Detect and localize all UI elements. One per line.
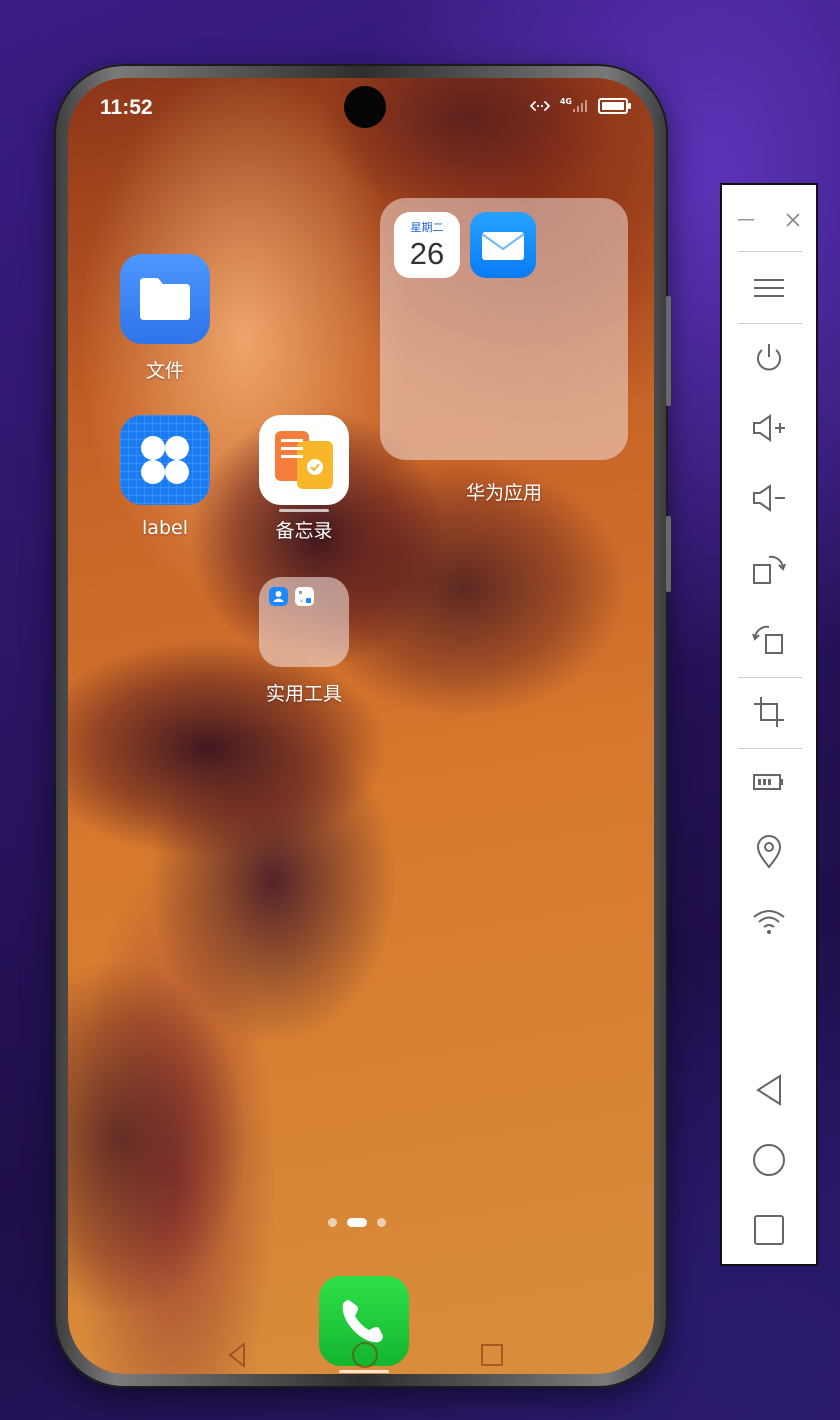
menu-button[interactable] <box>722 263 816 313</box>
divider <box>738 677 802 678</box>
back-button[interactable] <box>722 1065 816 1115</box>
phone-screen: 11:52 4G 文件 label 备忘录 × 实用工具 星期二 26 华为应用 <box>68 78 654 1374</box>
recents-icon[interactable] <box>478 1340 506 1370</box>
volume-down-icon <box>753 484 785 512</box>
network-type: 4G <box>559 96 572 106</box>
calendar-weekday: 星期二 <box>410 221 444 234</box>
page-dot-active[interactable] <box>347 1218 367 1227</box>
rotate-right-icon <box>753 555 786 584</box>
new-app-indicator <box>279 509 329 512</box>
phone-frame: 11:52 4G 文件 label 备忘录 × 实用工具 星期二 26 华为应用 <box>54 64 671 1388</box>
app-label: 实用工具 <box>265 683 342 705</box>
navigation-bar <box>68 1340 654 1374</box>
front-camera <box>344 86 386 128</box>
wifi-icon <box>753 910 785 934</box>
location-icon <box>756 835 782 869</box>
page-dot[interactable] <box>328 1218 337 1227</box>
svg-text:×: × <box>299 598 304 605</box>
app-label-app[interactable]: label <box>110 415 220 539</box>
mail-icon[interactable] <box>470 212 536 278</box>
battery-button[interactable] <box>722 757 816 807</box>
location-button[interactable] <box>722 827 816 877</box>
app-files[interactable]: 文件 <box>110 254 220 383</box>
back-icon <box>756 1074 781 1106</box>
power-icon <box>757 344 781 371</box>
app-label: 文件 <box>145 360 184 382</box>
wifi-button[interactable] <box>722 897 816 947</box>
close-button[interactable] <box>769 195 816 245</box>
back-icon[interactable] <box>224 1340 250 1370</box>
page-indicator <box>328 1218 386 1227</box>
menu-icon <box>754 279 784 297</box>
divider <box>738 323 802 324</box>
volume-up-button[interactable] <box>722 403 816 453</box>
home-icon <box>753 1144 785 1176</box>
divider <box>738 748 802 749</box>
battery-icon <box>753 774 783 790</box>
calendar-icon[interactable]: 星期二 26 <box>394 212 460 278</box>
minimize-icon <box>737 219 754 221</box>
emulator-toolbar <box>720 183 818 1266</box>
folder-icon <box>120 254 210 344</box>
clock: 11:52 <box>100 96 153 119</box>
minimize-button[interactable] <box>722 195 769 245</box>
calendar-day: 26 <box>409 236 445 271</box>
recents-button[interactable] <box>722 1205 816 1255</box>
crop-button[interactable] <box>722 687 816 737</box>
volume-down-button[interactable] <box>722 473 816 523</box>
volume-up-icon <box>753 414 785 442</box>
wallpaper-wave <box>68 958 248 1318</box>
folder-label: 华为应用 <box>465 482 542 504</box>
battery-icon <box>598 98 631 114</box>
grid-app-icon <box>120 415 210 505</box>
close-icon <box>785 213 800 227</box>
app-label: label <box>142 517 188 539</box>
recents-icon <box>754 1215 784 1245</box>
app-label: 备忘录 <box>275 520 333 542</box>
status-bar: 11:52 4G <box>68 78 654 138</box>
home-button[interactable] <box>722 1135 816 1185</box>
notepad-icon <box>259 415 349 505</box>
rotate-left-icon <box>752 625 783 654</box>
status-icons: 4G <box>528 96 631 114</box>
contacts-icon <box>269 587 288 606</box>
divider <box>738 251 802 252</box>
rotate-left-button[interactable] <box>722 615 816 665</box>
crop-icon <box>754 697 784 727</box>
home-icon[interactable] <box>350 1340 380 1370</box>
rotate-right-button[interactable] <box>722 545 816 595</box>
folder-huawei-apps[interactable]: 星期二 26 <box>380 198 628 460</box>
power-button[interactable] <box>722 333 816 383</box>
app-memo[interactable]: 备忘录 <box>249 415 359 543</box>
signal-icon <box>573 100 587 112</box>
folder-icon: × <box>259 577 349 667</box>
folder-tools[interactable]: × 实用工具 <box>249 577 359 706</box>
volume-button <box>666 296 671 406</box>
data-transfer-icon <box>529 101 550 111</box>
calculator-icon: × <box>295 587 314 606</box>
page-dot[interactable] <box>377 1218 386 1227</box>
power-button <box>666 516 671 592</box>
